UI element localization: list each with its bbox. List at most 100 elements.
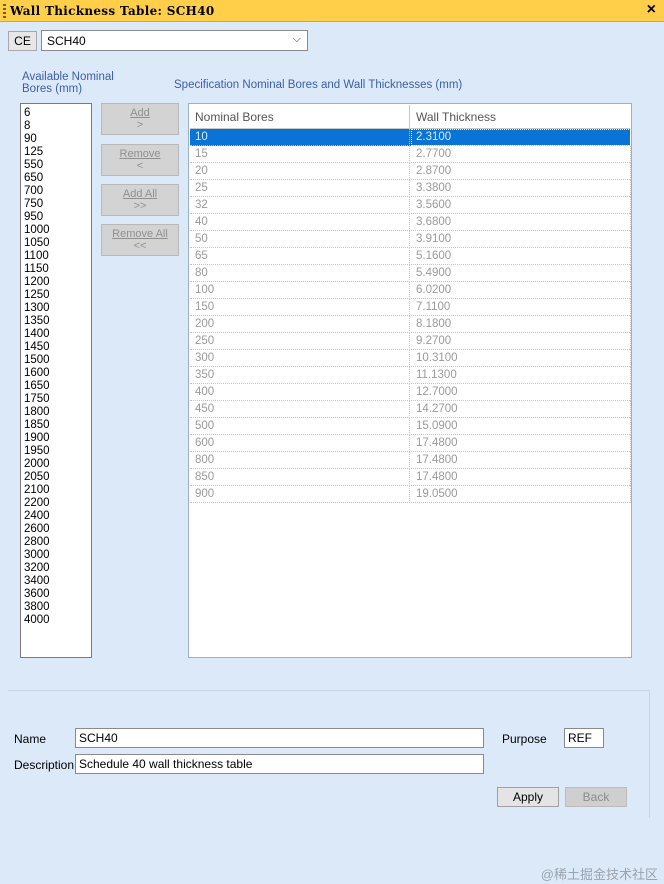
name-field[interactable]: SCH40	[75, 728, 484, 748]
cell-nominal-bore[interactable]: 40	[190, 214, 410, 231]
close-icon[interactable]: ×	[647, 1, 656, 19]
list-item[interactable]: 3000	[24, 549, 91, 562]
cell-wall-thickness[interactable]: 8.1800	[411, 316, 631, 333]
remove-all-button[interactable]: Remove All <<	[101, 224, 179, 256]
cell-nominal-bore[interactable]: 150	[190, 299, 410, 316]
cell-wall-thickness[interactable]: 3.6800	[411, 214, 631, 231]
cell-nominal-bore[interactable]: 800	[190, 452, 410, 469]
cell-wall-thickness[interactable]: 17.4800	[411, 452, 631, 469]
list-item[interactable]: 750	[24, 198, 91, 211]
list-item[interactable]: 1850	[24, 419, 91, 432]
list-item[interactable]: 1950	[24, 445, 91, 458]
column-header-nominal-bores[interactable]: Nominal Bores	[190, 105, 410, 129]
cell-wall-thickness[interactable]: 12.7000	[411, 384, 631, 401]
cell-wall-thickness[interactable]: 17.4800	[411, 469, 631, 486]
table-row[interactable]: 15 2.7700	[190, 146, 631, 163]
cell-wall-thickness[interactable]: 5.1600	[411, 248, 631, 265]
back-button[interactable]: Back	[565, 787, 627, 807]
list-item[interactable]: 1350	[24, 315, 91, 328]
list-item[interactable]: 950	[24, 211, 91, 224]
cell-wall-thickness[interactable]: 2.8700	[411, 163, 631, 180]
cell-nominal-bore[interactable]: 250	[190, 333, 410, 350]
table-select[interactable]: SCH40 ⌵	[41, 30, 308, 51]
list-item[interactable]: 1000	[24, 224, 91, 237]
table-row[interactable]: 450 14.2700	[190, 401, 631, 418]
add-button[interactable]: Add >	[101, 103, 179, 135]
table-row[interactable]: 20 2.8700	[190, 163, 631, 180]
table-row[interactable]: 80 5.4900	[190, 265, 631, 282]
table-row[interactable]: 32 3.5600	[190, 197, 631, 214]
list-item[interactable]: 1300	[24, 302, 91, 315]
table-row[interactable]: 900 19.0500	[190, 486, 631, 503]
cell-nominal-bore[interactable]: 80	[190, 265, 410, 282]
list-item[interactable]: 1650	[24, 380, 91, 393]
cell-nominal-bore[interactable]: 500	[190, 418, 410, 435]
list-item[interactable]: 3800	[24, 601, 91, 614]
table-row[interactable]: 200 8.1800	[190, 316, 631, 333]
table-row[interactable]: 65 5.1600	[190, 248, 631, 265]
cell-wall-thickness[interactable]: 6.0200	[411, 282, 631, 299]
list-item[interactable]: 1250	[24, 289, 91, 302]
list-item[interactable]: 1600	[24, 367, 91, 380]
cell-nominal-bore[interactable]: 350	[190, 367, 410, 384]
table-row[interactable]: 600 17.4800	[190, 435, 631, 452]
list-item[interactable]: 550	[24, 159, 91, 172]
cell-nominal-bore[interactable]: 20	[190, 163, 410, 180]
list-item[interactable]: 650	[24, 172, 91, 185]
cell-nominal-bore[interactable]: 100	[190, 282, 410, 299]
cell-wall-thickness[interactable]: 17.4800	[411, 435, 631, 452]
table-row[interactable]: 800 17.4800	[190, 452, 631, 469]
cell-nominal-bore[interactable]: 600	[190, 435, 410, 452]
cell-wall-thickness[interactable]: 7.1100	[411, 299, 631, 316]
list-item[interactable]: 1050	[24, 237, 91, 250]
list-item[interactable]: 1500	[24, 354, 91, 367]
title-bar[interactable]: Wall Thickness Table: SCH40 ×	[0, 0, 664, 22]
spec-grid[interactable]: Nominal Bores Wall Thickness 10 2.3100 15 2…	[188, 103, 632, 658]
cell-nominal-bore[interactable]: 200	[190, 316, 410, 333]
description-field[interactable]: Schedule 40 wall thickness table	[75, 754, 484, 774]
table-row[interactable]: 10 2.3100	[190, 129, 631, 146]
list-item[interactable]: 1400	[24, 328, 91, 341]
cell-wall-thickness[interactable]: 3.5600	[411, 197, 631, 214]
list-item[interactable]: 3200	[24, 562, 91, 575]
cell-wall-thickness[interactable]: 19.0500	[411, 486, 631, 503]
list-item[interactable]: 3400	[24, 575, 91, 588]
cell-wall-thickness[interactable]: 3.9100	[411, 231, 631, 248]
cell-nominal-bore[interactable]: 25	[190, 180, 410, 197]
list-item[interactable]: 90	[24, 133, 91, 146]
table-row[interactable]: 850 17.4800	[190, 469, 631, 486]
column-header-wall-thickness[interactable]: Wall Thickness	[411, 105, 632, 129]
table-row[interactable]: 100 6.0200	[190, 282, 631, 299]
list-item[interactable]: 1200	[24, 276, 91, 289]
cell-nominal-bore[interactable]: 10	[190, 129, 410, 146]
list-item[interactable]: 2200	[24, 497, 91, 510]
cell-nominal-bore[interactable]: 50	[190, 231, 410, 248]
apply-button[interactable]: Apply	[497, 787, 559, 807]
remove-button[interactable]: Remove <	[101, 144, 179, 176]
cell-wall-thickness[interactable]: 9.2700	[411, 333, 631, 350]
list-item[interactable]: 2000	[24, 458, 91, 471]
cell-wall-thickness[interactable]: 14.2700	[411, 401, 631, 418]
ce-button[interactable]: CE	[8, 31, 37, 51]
list-item[interactable]: 1450	[24, 341, 91, 354]
table-row[interactable]: 250 9.2700	[190, 333, 631, 350]
list-item[interactable]: 2100	[24, 484, 91, 497]
list-item[interactable]: 1750	[24, 393, 91, 406]
cell-nominal-bore[interactable]: 65	[190, 248, 410, 265]
table-row[interactable]: 25 3.3800	[190, 180, 631, 197]
cell-nominal-bore[interactable]: 850	[190, 469, 410, 486]
list-item[interactable]: 4000	[24, 614, 91, 627]
cell-nominal-bore[interactable]: 32	[190, 197, 410, 214]
cell-wall-thickness[interactable]: 2.3100	[411, 129, 631, 146]
cell-nominal-bore[interactable]: 400	[190, 384, 410, 401]
list-item[interactable]: 1150	[24, 263, 91, 276]
list-item[interactable]: 3600	[24, 588, 91, 601]
list-item[interactable]: 1900	[24, 432, 91, 445]
list-item[interactable]: 6	[24, 107, 91, 120]
list-item[interactable]: 2400	[24, 510, 91, 523]
available-bores-list[interactable]: 6 8 90 125 550 650 700 750 950 1000 1050 1100 1150 12…	[20, 103, 92, 658]
table-row[interactable]: 300 10.3100	[190, 350, 631, 367]
table-row[interactable]: 400 12.7000	[190, 384, 631, 401]
chevron-down-icon[interactable]: ⌵	[293, 33, 301, 46]
table-row[interactable]: 40 3.6800	[190, 214, 631, 231]
